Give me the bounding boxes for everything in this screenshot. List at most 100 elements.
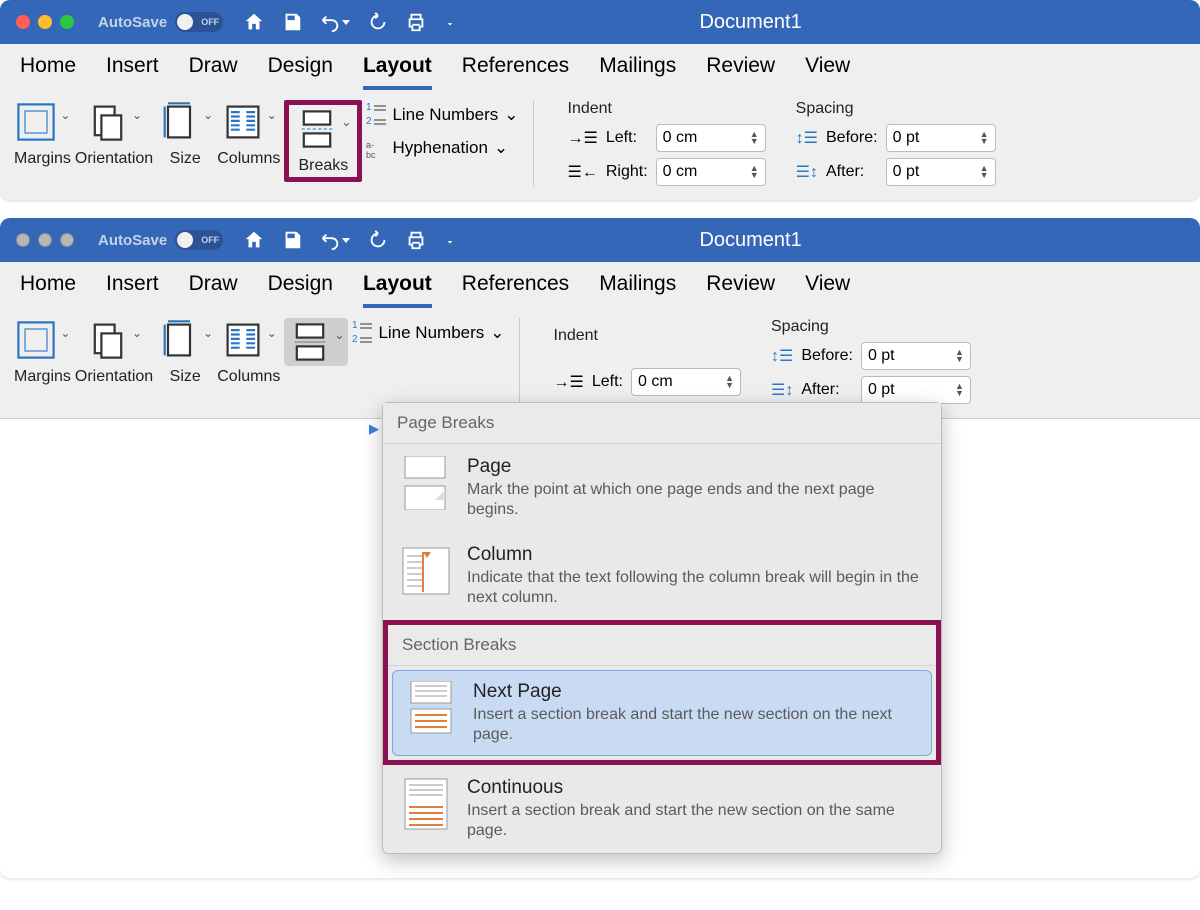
ribbon-tabs: Home Insert Draw Design Layout Reference… [0,44,1200,90]
titlebar: AutoSave OFF Document1 [0,218,1200,262]
hyphenation-button[interactable]: a-bc Hyphenation⌄ [366,138,518,158]
indent-left-input[interactable]: 0 cm▲▼ [631,368,741,396]
spacing-before-label: Before: [826,129,878,147]
redo-icon[interactable] [367,229,389,251]
indent-group: Indent →☰ Left: 0 cm▲▼ [554,318,741,404]
breaks-button-highlighted[interactable]: ⌄ Breaks [284,100,362,182]
undo-icon[interactable] [319,11,351,33]
spacing-group: Spacing ↕☰ Before: 0 pt▲▼ ☰↕ After: 0 pt… [771,318,971,404]
indent-right-input[interactable]: 0 cm▲▼ [656,158,766,186]
print-icon[interactable] [405,229,427,251]
autosave-toggle[interactable]: OFF [175,12,223,32]
tab-design[interactable]: Design [268,54,333,90]
document-title: Document1 [457,229,1044,252]
spacing-before-input[interactable]: 0 pt▲▼ [861,342,971,370]
dropdown-section-page-breaks: Page Breaks [383,403,941,444]
tab-review[interactable]: Review [706,54,775,90]
quick-access-toolbar [243,11,457,33]
titlebar: AutoSave OFF Document1 [0,0,1200,44]
spacing-after-input[interactable]: 0 pt▲▼ [886,158,996,186]
tab-references[interactable]: References [462,272,569,308]
svg-text:a-: a- [366,140,374,150]
orientation-button[interactable]: ⌄ Orientation [75,100,153,168]
word-window-2: AutoSave OFF Document1 Home Insert Draw … [0,218,1200,878]
save-icon[interactable] [281,229,303,251]
zoom-light[interactable] [60,15,74,29]
tab-layout[interactable]: Layout [363,54,432,90]
close-light[interactable] [16,15,30,29]
spacing-after-input[interactable]: 0 pt▲▼ [861,376,971,404]
svg-text:2: 2 [366,116,372,127]
margins-button[interactable]: ⌄ Margins [14,100,71,168]
tab-draw[interactable]: Draw [189,54,238,90]
section-breaks-highlighted: Section Breaks ▶ Next Page Insert a sect… [383,620,941,765]
spacing-after-label: After: [826,163,878,181]
tab-review[interactable]: Review [706,272,775,308]
menu-item-continuous[interactable]: Continuous Insert a section break and st… [383,765,941,853]
autosave[interactable]: AutoSave OFF [98,12,223,32]
svg-text:1: 1 [366,102,372,113]
continuous-break-icon [399,777,453,836]
undo-icon[interactable] [319,229,351,251]
margins-button[interactable]: ⌄ Margins [14,318,71,386]
customize-qat-icon[interactable] [443,11,457,33]
customize-qat-icon[interactable] [443,229,457,251]
autosave-label: AutoSave [98,14,167,31]
size-button[interactable]: ⌄ Size [157,100,213,168]
print-icon[interactable] [405,11,427,33]
orientation-button[interactable]: ⌄ Orientation [75,318,153,386]
svg-text:bc: bc [366,150,376,158]
indent-left-label: Left: [606,129,648,147]
svg-text:1: 1 [352,320,358,331]
tab-design[interactable]: Design [268,272,333,308]
tab-layout[interactable]: Layout [363,272,432,308]
word-window-1: AutoSave OFF Document1 Home Insert Draw … [0,0,1200,200]
columns-button[interactable]: ⌄ Columns [217,318,280,386]
submenu-indicator-icon: ▶ [369,421,379,437]
column-break-icon [399,544,453,603]
breaks-dropdown: Page Breaks ▶ Page Mark the point at whi… [382,402,942,854]
page-break-icon [399,456,453,515]
home-icon[interactable] [243,229,265,251]
breaks-button[interactable]: ⌄ Breaks [284,318,348,390]
save-icon[interactable] [281,11,303,33]
close-light[interactable] [16,233,30,247]
line-numbers-button[interactable]: 12 Line Numbers⌄ [366,100,518,130]
tab-draw[interactable]: Draw [189,272,238,308]
window-controls[interactable] [16,233,74,247]
menu-item-page-break[interactable]: ▶ Page Mark the point at which one page … [383,444,941,532]
next-page-break-icon [405,681,459,740]
window-controls[interactable] [16,15,74,29]
size-button[interactable]: ⌄ Size [157,318,213,386]
quick-access-toolbar [243,229,457,251]
spacing-before-icon: ↕☰ [796,128,818,148]
dropdown-section-section-breaks: Section Breaks [388,625,936,666]
tab-insert[interactable]: Insert [106,54,159,90]
menu-item-next-page[interactable]: ▶ Next Page Insert a section break and s… [392,670,932,756]
minimize-light[interactable] [38,233,52,247]
indent-group: Indent →☰ Left: 0 cm▲▼ ☰← Right: 0 cm▲▼ [568,100,766,186]
menu-item-column-break[interactable]: Column Indicate that the text following … [383,532,941,620]
tab-home[interactable]: Home [20,54,76,90]
zoom-light[interactable] [60,233,74,247]
minimize-light[interactable] [38,15,52,29]
spacing-group: Spacing ↕☰ Before: 0 pt▲▼ ☰↕ After: 0 pt… [796,100,996,186]
tab-insert[interactable]: Insert [106,272,159,308]
redo-icon[interactable] [367,11,389,33]
tab-home[interactable]: Home [20,272,76,308]
tab-view[interactable]: View [805,54,850,90]
columns-button[interactable]: ⌄ Columns [217,100,280,168]
spacing-before-input[interactable]: 0 pt▲▼ [886,124,996,152]
tab-mailings[interactable]: Mailings [599,272,676,308]
line-numbers-button[interactable]: 12 Line Numbers⌄ [352,318,504,348]
document-title: Document1 [457,11,1044,34]
tab-mailings[interactable]: Mailings [599,54,676,90]
tab-references[interactable]: References [462,54,569,90]
autosave[interactable]: AutoSave OFF [98,230,223,250]
indent-left-input[interactable]: 0 cm▲▼ [656,124,766,152]
indent-right-icon: ☰← [568,162,598,182]
home-icon[interactable] [243,11,265,33]
indent-left-icon: →☰ [568,128,598,148]
indent-right-label: Right: [606,163,648,181]
tab-view[interactable]: View [805,272,850,308]
